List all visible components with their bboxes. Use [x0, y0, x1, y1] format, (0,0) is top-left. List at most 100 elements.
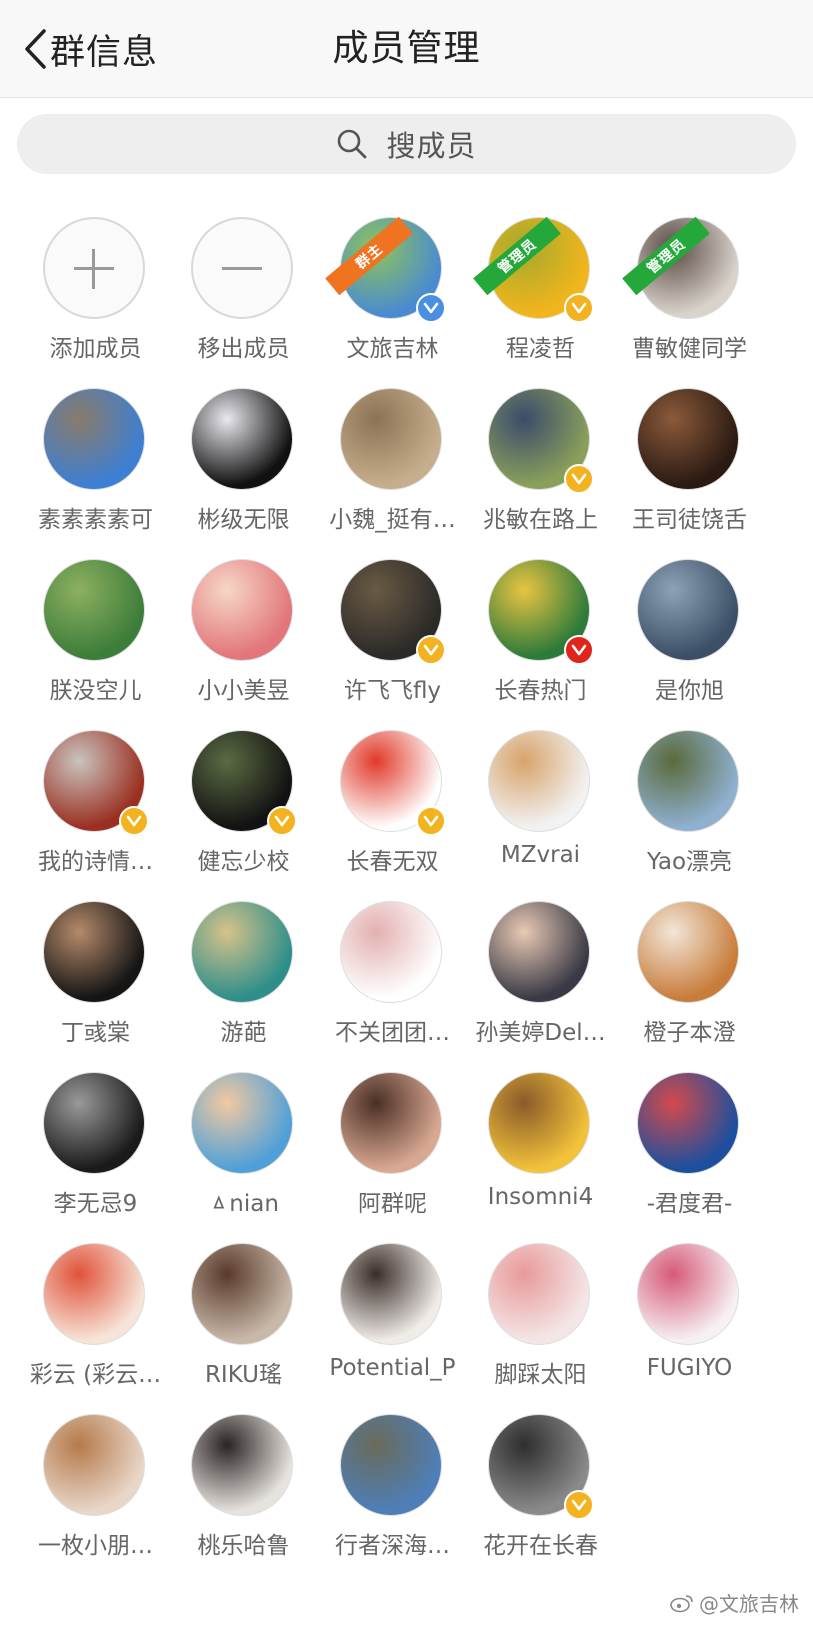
member-item[interactable]: Yao漂亮 — [612, 728, 767, 878]
avatar — [43, 1243, 145, 1345]
verified-badge-icon — [564, 1490, 594, 1520]
avatar — [488, 1072, 590, 1174]
avatar — [637, 559, 739, 661]
member-item[interactable]: 行者深海… — [315, 1412, 470, 1562]
avatar — [340, 1414, 442, 1516]
member-name: 小魏_挺有… — [329, 507, 456, 533]
member-name: Potential_P — [329, 1355, 456, 1381]
verified-badge-icon — [564, 293, 594, 323]
member-name: 桃乐哈鲁 — [197, 1533, 290, 1559]
weibo-logo-icon — [670, 1594, 693, 1612]
member-item[interactable]: 彬级无限 — [166, 386, 321, 536]
member-item[interactable]: 小魏_挺有… — [315, 386, 470, 536]
member-item[interactable]: 王司徒饶舌 — [612, 386, 767, 536]
member-name: 脚踩太阳 — [494, 1362, 587, 1388]
member-name: 素素素素可 — [38, 507, 153, 533]
member-item[interactable]: 素素素素可 — [18, 386, 173, 536]
member-name: FUGIYO — [646, 1355, 733, 1381]
member-item[interactable]: Insomni4 — [463, 1070, 618, 1220]
member-item[interactable]: Potential_P — [315, 1241, 470, 1391]
member-item[interactable]: 橙子本澄 — [612, 899, 767, 1049]
member-name: Insomni4 — [487, 1184, 594, 1210]
search-bar[interactable]: 搜成员 — [17, 114, 796, 174]
page-title: 成员管理 — [332, 28, 481, 69]
member-name: ㅿnian — [208, 1191, 279, 1217]
member-name: 长春无双 — [346, 849, 439, 875]
member-name: 是你旭 — [655, 678, 724, 704]
action-label: 移出成员 — [197, 336, 290, 362]
avatar — [43, 901, 145, 1003]
avatar — [488, 730, 590, 832]
watermark-text: @文旅吉林 — [699, 1592, 799, 1616]
member-item[interactable]: 彩云 (彩云… — [18, 1241, 173, 1391]
member-item[interactable]: 群主 文旅吉林 — [315, 215, 470, 365]
avatar — [637, 388, 739, 490]
avatar — [637, 1243, 739, 1345]
member-item[interactable]: 小小美昱 — [166, 557, 321, 707]
member-item[interactable]: 游葩 — [166, 899, 321, 1049]
verified-badge-icon — [564, 635, 594, 665]
member-name: Yao漂亮 — [646, 849, 733, 875]
avatar — [637, 901, 739, 1003]
verified-badge-icon — [564, 464, 594, 494]
member-name: 阿群呢 — [358, 1191, 427, 1217]
avatar — [191, 901, 293, 1003]
member-item[interactable]: ㅿnian — [166, 1070, 321, 1220]
member-item[interactable]: 阿群呢 — [315, 1070, 470, 1220]
member-item[interactable]: 朕没空儿 — [18, 557, 173, 707]
member-name: 孙美婷Del… — [475, 1020, 606, 1046]
member-item[interactable]: 是你旭 — [612, 557, 767, 707]
member-name: MZvrai — [500, 842, 581, 868]
member-item[interactable]: 长春热门 — [463, 557, 618, 707]
member-item[interactable]: FUGIYO — [612, 1241, 767, 1391]
avatar — [637, 730, 739, 832]
member-name: 许飞飞fly — [343, 678, 442, 704]
member-item[interactable]: 兆敏在路上 — [463, 386, 618, 536]
member-item[interactable]: 桃乐哈鲁 — [166, 1412, 321, 1562]
member-item[interactable]: 管理员 曹敏健同学 — [612, 215, 767, 365]
member-name: RIKU瑤 — [204, 1362, 283, 1388]
member-item[interactable]: 管理员 程凌哲 — [463, 215, 618, 365]
avatar — [637, 1072, 739, 1174]
member-item[interactable]: 花开在长春 — [463, 1412, 618, 1562]
member-name: 王司徒饶舌 — [632, 507, 747, 533]
remove-member-button[interactable]: 移出成员 — [166, 215, 321, 365]
add-member-button[interactable]: 添加成员 — [18, 215, 173, 365]
member-name: 游葩 — [220, 1020, 267, 1046]
search-icon — [338, 129, 367, 159]
member-name: 我的诗情… — [38, 849, 153, 875]
member-item[interactable]: 孙美婷Del… — [463, 899, 618, 1049]
member-name: 小小美昱 — [197, 678, 290, 704]
member-item[interactable]: 一枚小朋… — [18, 1412, 173, 1562]
member-name: 行者深海… — [335, 1533, 450, 1559]
member-name: 一枚小朋… — [38, 1533, 153, 1559]
avatar — [488, 901, 590, 1003]
member-item[interactable]: 脚踩太阳 — [463, 1241, 618, 1391]
action-label: 添加成员 — [49, 336, 142, 362]
member-name: 健忘少校 — [197, 849, 290, 875]
member-item[interactable]: 不关团团… — [315, 899, 470, 1049]
avatar — [43, 388, 145, 490]
member-name: -君度君- — [646, 1191, 733, 1217]
avatar — [43, 1414, 145, 1516]
avatar — [340, 1243, 442, 1345]
verified-badge-icon — [119, 806, 149, 836]
member-name: 彬级无限 — [197, 507, 290, 533]
member-item[interactable]: RIKU瑤 — [166, 1241, 321, 1391]
member-item[interactable]: 许飞飞fly — [315, 557, 470, 707]
member-item[interactable]: 健忘少校 — [166, 728, 321, 878]
member-item[interactable]: 长春无双 — [315, 728, 470, 878]
member-item[interactable]: 李无忌9 — [18, 1070, 173, 1220]
member-item[interactable]: -君度君- — [612, 1070, 767, 1220]
member-name: 长春热门 — [494, 678, 587, 704]
member-name: 花开在长春 — [483, 1533, 598, 1559]
member-item[interactable]: 丁彧棠 — [18, 899, 173, 1049]
member-item[interactable]: MZvrai — [463, 728, 618, 878]
member-item[interactable]: 我的诗情… — [18, 728, 173, 878]
member-name: 程凌哲 — [506, 336, 575, 362]
navigation-bar: 群信息 成员管理 — [0, 0, 813, 98]
verified-badge-icon — [416, 293, 446, 323]
avatar — [340, 388, 442, 490]
avatar — [191, 388, 293, 490]
verified-badge-icon — [416, 635, 446, 665]
